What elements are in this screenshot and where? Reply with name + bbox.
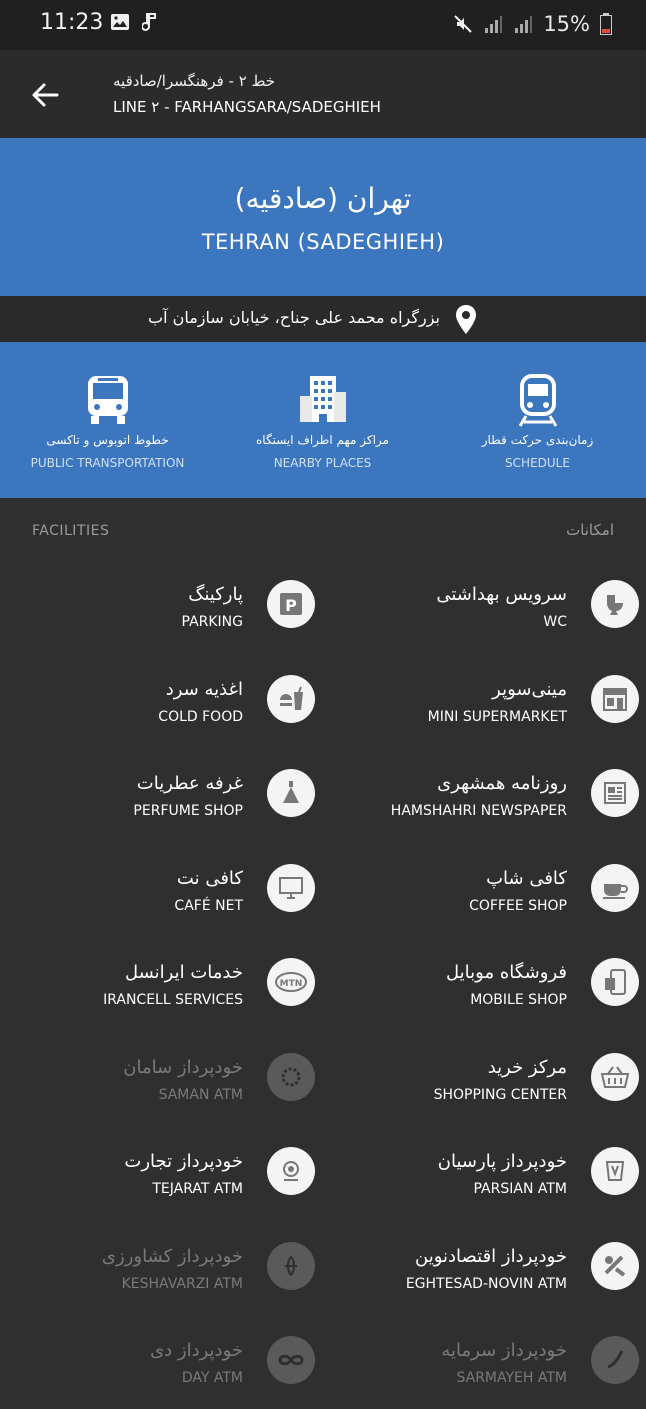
facility-label-fa: خودپرداز دی <box>150 1340 243 1361</box>
facility-label-en: CAFÉ NET <box>174 897 243 914</box>
facility-label-en: PARKING <box>181 614 243 630</box>
facilities-header: FACILITIES امکانات <box>0 498 646 558</box>
signal-icon <box>485 16 503 33</box>
station-name-en: TEHRAN (SADEGHIEH) <box>201 230 445 254</box>
facility-label-fa: کافی نت <box>176 867 243 889</box>
facility-left-8[interactable]: خودپرداز دی DAY ATM <box>0 1314 646 1409</box>
facility-label-fa: خودپرداز تجارت <box>124 1151 243 1172</box>
status-bar: 11:23 15% <box>0 0 646 50</box>
facility-label-fa: خدمات ایرانسل <box>124 962 243 983</box>
location-pin-icon <box>456 305 476 334</box>
facility-left-5[interactable]: خودپرداز سامان SAMAN ATM <box>0 1031 646 1126</box>
facility-label-en: PERFUME SHOP <box>133 803 243 819</box>
line-title-fa: خط ۲ - فرهنگسرا/صادقیه <box>113 72 276 90</box>
facility-left-3[interactable]: کافی نت CAFÉ NET <box>0 842 646 937</box>
facility-left-1[interactable]: اغذیه سرد COLD FOOD <box>0 653 646 748</box>
building-icon <box>299 376 346 422</box>
schedule-button[interactable]: زمان‌بندی حرکت قطار SCHEDULE <box>430 342 645 498</box>
battery-icon <box>600 13 612 35</box>
food-icon <box>267 674 315 723</box>
facility-label-fa: خودپرداز کشاورزی <box>101 1245 243 1267</box>
facility-left-6[interactable]: خودپرداز تجارت TEJARAT ATM <box>0 1125 646 1220</box>
app-bar: خط ۲ - فرهنگسرا/صادقیه LINE ۲ - FARHANGS… <box>0 50 646 138</box>
public-transport-label-fa: خطوط اتوبوس و تاکسی <box>46 433 169 447</box>
signal-icon-2 <box>515 16 533 33</box>
status-right: 15% <box>453 12 612 36</box>
station-address: بزرگراه محمد علی جناح، خیابان سازمان آب <box>148 308 440 327</box>
computer-icon <box>267 863 315 912</box>
nearby-places-label-en: NEARBY PLACES <box>273 456 372 470</box>
public-transportation-button[interactable]: خطوط اتوبوس و تاکسی PUBLIC TRANSPORTATIO… <box>0 342 215 498</box>
keshavarzi-icon <box>267 1241 315 1290</box>
facility-label-fa: غرفه عطریات <box>136 773 243 794</box>
station-name-fa: تهران (صادقیه) <box>234 182 412 215</box>
address-bar[interactable]: بزرگراه محمد علی جناح، خیابان سازمان آب <box>0 296 646 342</box>
facility-label-fa: پارکینگ <box>188 584 243 605</box>
facility-label-en: SAMAN ATM <box>158 1086 243 1103</box>
facility-label-en: DAY ATM <box>181 1370 243 1386</box>
facility-label-fa: خودپرداز سامان <box>123 1056 243 1078</box>
facility-label-en: IRANCELL SERVICES <box>103 992 243 1008</box>
status-time: 11:23 <box>40 10 104 35</box>
facilities-title-fa: امکانات <box>566 521 614 539</box>
music-note-icon <box>142 13 156 31</box>
schedule-label-fa: زمان‌بندی حرکت قطار <box>481 433 594 447</box>
facility-label-fa: اغذیه سرد <box>165 678 243 700</box>
day-icon <box>267 1336 315 1384</box>
gallery-icon <box>111 14 129 30</box>
facility-left-0[interactable]: P پارکینگ PARKING <box>0 558 646 653</box>
mute-icon <box>454 15 473 33</box>
perfume-icon <box>267 769 315 817</box>
svg-text:P: P <box>285 596 297 615</box>
facility-label-en: KESHAVARZI ATM <box>121 1275 243 1292</box>
public-transport-label-en: PUBLIC TRANSPORTATION <box>30 456 185 470</box>
line-title-en: LINE ۲ - FARHANGSARA/SADEGHIEH <box>113 98 381 116</box>
tejarat-icon <box>267 1147 315 1195</box>
facility-left-2[interactable]: غرفه عطریات PERFUME SHOP <box>0 747 646 842</box>
nearby-places-button[interactable]: مراکز مهم اطراف ایستگاه NEARBY PLACES <box>215 342 430 498</box>
mtn-icon: MTN <box>267 958 315 1006</box>
nearby-places-label-fa: مراکز مهم اطراف ایستگاه <box>256 433 389 447</box>
parking-icon: P <box>267 580 315 628</box>
back-arrow-icon[interactable] <box>30 80 60 110</box>
station-banner: تهران (صادقیه) TEHRAN (SADEGHIEH) <box>0 138 646 296</box>
facility-label-en: TEJARAT ATM <box>152 1181 243 1197</box>
bus-icon <box>87 376 128 424</box>
notification-icons <box>110 12 160 34</box>
facility-left-4[interactable]: MTN خدمات ایرانسل IRANCELL SERVICES <box>0 936 646 1031</box>
saman-icon <box>267 1052 315 1101</box>
facilities-title-en: FACILITIES <box>32 523 110 539</box>
train-icon <box>518 374 557 427</box>
battery-percent: 15% <box>543 12 590 36</box>
facility-label-en: COLD FOOD <box>158 708 243 725</box>
facility-left-7[interactable]: خودپرداز کشاورزی KESHAVARZI ATM <box>0 1220 646 1315</box>
svg-text:MTN: MTN <box>280 979 303 989</box>
action-row: خطوط اتوبوس و تاکسی PUBLIC TRANSPORTATIO… <box>0 342 646 498</box>
schedule-label-en: SCHEDULE <box>505 456 570 470</box>
